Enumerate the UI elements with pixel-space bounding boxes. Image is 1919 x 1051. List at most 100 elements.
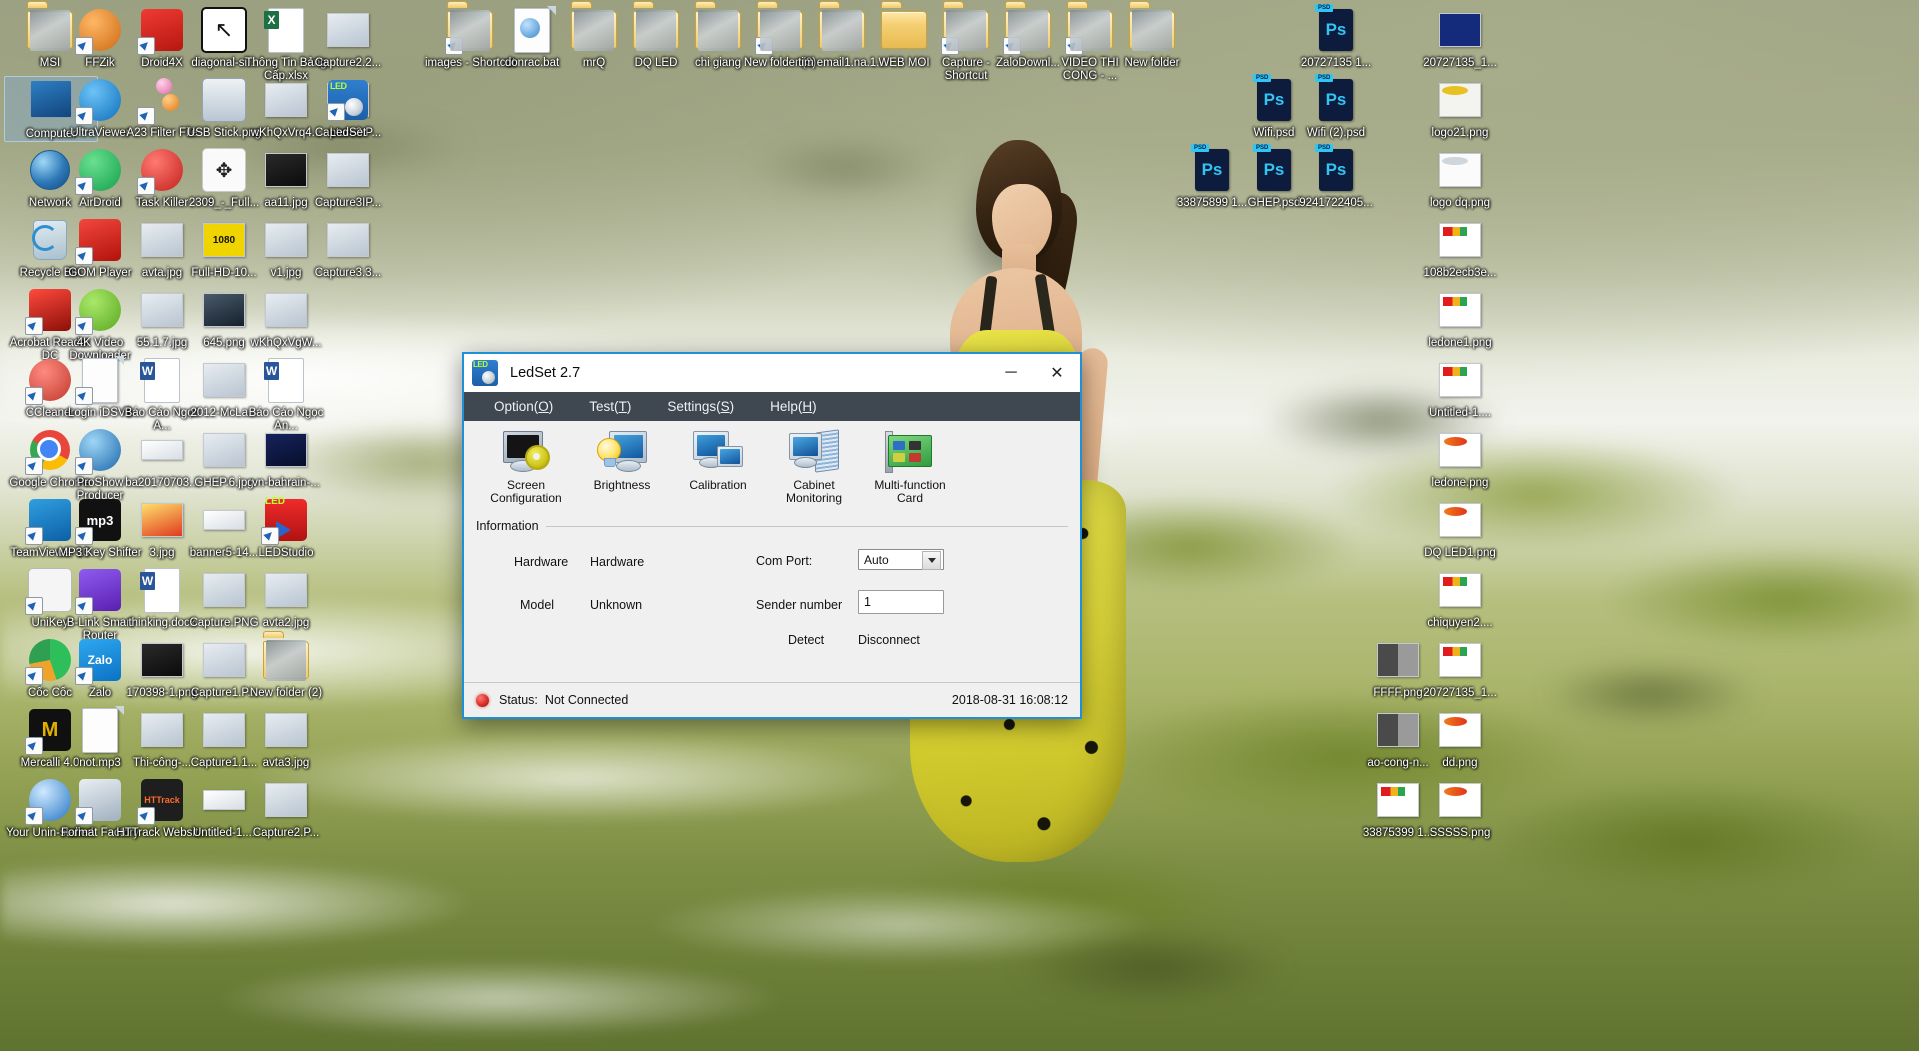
desktop-icon[interactable]: Untitled-1.... <box>1414 356 1506 420</box>
desktop-icon[interactable]: Capture3IP... <box>302 146 394 210</box>
desktop-icon-label: AirDroid <box>79 197 121 209</box>
information-fields: Hardware Hardware Model Unknown Com Port… <box>476 533 1068 657</box>
img-logo-white-icon <box>1436 146 1484 194</box>
desktop-icon[interactable]: New folder (2) <box>240 636 332 700</box>
com-port-select[interactable]: Auto <box>858 549 944 570</box>
menu-settings[interactable]: Settings(S) <box>649 392 752 421</box>
desktop-icon-label: Droid4X <box>141 57 183 69</box>
com-port-value: Auto <box>864 552 889 567</box>
toolbar-button-brightness[interactable]: Brightness <box>574 429 670 492</box>
desktop-icon[interactable]: dd.png <box>1414 706 1506 770</box>
image-icon <box>324 6 372 54</box>
toolbar-label: Calibration <box>689 478 747 492</box>
desktop-icon[interactable]: Báo Cáo Ngọc An... <box>240 356 332 432</box>
img-logo-red-icon <box>1436 566 1484 614</box>
desktop-icon[interactable]: Ps 20727135 1... <box>1290 6 1382 70</box>
legend-rule <box>545 525 1068 527</box>
desktop-icon[interactable]: DQ LED1.png <box>1414 496 1506 560</box>
img-logo-blue-icon <box>1436 6 1484 54</box>
desktop-icon[interactable]: Capture2.2... <box>302 6 394 70</box>
window-title: LedSet 2.7 <box>510 365 581 381</box>
desktop-icon-label: Zalo <box>88 687 112 699</box>
hardware-label: Hardware <box>514 555 569 569</box>
desktop-icon[interactable]: ledone.png <box>1414 426 1506 490</box>
disconnect-button[interactable]: Disconnect <box>858 633 920 647</box>
information-legend-label: Information <box>476 519 539 533</box>
desktop-icon[interactable]: ledone1.png <box>1414 286 1506 350</box>
multi-function-card-icon <box>885 431 935 475</box>
main-toolbar[interactable]: Screen Configuration Brightness Calibration… <box>464 421 1080 517</box>
information-legend: Information <box>476 517 1068 533</box>
desktop-icon-label: Capture2.2... <box>314 57 382 69</box>
desktop-icon-label: Untitled-1.... <box>1429 407 1491 419</box>
minimize-button[interactable]: ─ <box>988 354 1034 392</box>
desktop-icon-label: logo dq.png <box>1429 197 1491 209</box>
desktop-icon[interactable]: Capture3.3... <box>302 216 394 280</box>
toolbar-label: Screen Configuration <box>490 478 562 505</box>
desktop-icon[interactable]: LED LEDStudio <box>240 496 332 560</box>
sender-number-input[interactable]: 1 <box>858 590 944 614</box>
word-icon <box>262 356 310 404</box>
desktop-icon[interactable]: wKhQxVgW... <box>240 286 332 350</box>
desktop-icon[interactable]: SSSSS.png <box>1414 776 1506 840</box>
desktop-icon[interactable]: 20727135_1... <box>1414 636 1506 700</box>
chevron-down-icon[interactable] <box>922 551 941 570</box>
desktop-icon[interactable]: avta2.jpg <box>240 566 332 630</box>
img-logo-orange-icon <box>1436 426 1484 474</box>
desktop-icon-label: FFZik <box>85 57 115 69</box>
detect-button[interactable]: Detect <box>788 633 824 647</box>
desktop-icon-label: 108b2ecb3e... <box>1423 267 1497 279</box>
desktop-icon[interactable]: chiquyen2.... <box>1414 566 1506 630</box>
desktop-icon[interactable]: logo21.png <box>1414 76 1506 140</box>
toolbar-button-calibration[interactable]: Calibration <box>670 429 766 492</box>
folder-open-icon <box>262 636 310 684</box>
toolbar-button-cabinet-monitoring[interactable]: Cabinet Monitoring <box>766 429 862 505</box>
window-controls[interactable]: ─ ✕ <box>988 354 1080 392</box>
desktop-icon[interactable]: logo dq.png <box>1414 146 1506 210</box>
desktop-icon-label: SSSSS.png <box>1429 827 1491 839</box>
desktop-icon[interactable]: Capture2.P... <box>240 776 332 840</box>
desktop-icon-label: logo21.png <box>1431 127 1489 139</box>
desktop-icon-label: mrQ <box>582 57 606 69</box>
screen-configuration-icon <box>501 431 551 475</box>
status-label: Status: <box>499 693 538 707</box>
desktop-icon[interactable]: Ps Wifi (2).psd <box>1290 76 1382 140</box>
menu-help[interactable]: Help(H) <box>752 392 835 421</box>
com-port-label: Com Port: <box>756 554 813 568</box>
desktop-icon[interactable]: 20727135_1... <box>1414 6 1506 70</box>
window-titlebar[interactable]: LED LedSet 2.7 ─ ✕ <box>464 354 1080 392</box>
desktop-icon[interactable]: New folder <box>1106 6 1198 70</box>
menu-test[interactable]: Test(T) <box>571 392 649 421</box>
img-logo-red-icon <box>1436 286 1484 334</box>
image-icon <box>324 146 372 194</box>
status-timestamp: 2018-08-31 16:08:12 <box>951 693 1068 707</box>
desktop-icon[interactable]: 108b2ecb3e... <box>1414 216 1506 280</box>
menu-bar[interactable]: Option(O) Test(T) Settings(S) Help(H) <box>464 392 1080 421</box>
desktop-icon-label: DQ LED1.png <box>1424 547 1496 559</box>
desktop-icon-label: DQ LED <box>634 57 678 69</box>
desktop-icon[interactable]: avta3.jpg <box>240 706 332 770</box>
information-panel: Information Hardware Hardware Model Unkn… <box>464 517 1080 657</box>
close-button[interactable]: ✕ <box>1034 354 1080 392</box>
desktop-icon[interactable]: LedSet <box>302 76 394 140</box>
hardware-value: Hardware <box>590 555 645 569</box>
toolbar-button-multi-function-card[interactable]: Multi-function Card <box>862 429 958 505</box>
desktop-icon-label: avta3.jpg <box>262 757 310 769</box>
sender-number-value: 1 <box>864 595 871 609</box>
img-logo-orange-icon <box>1436 496 1484 544</box>
toolbar-button-screen-configuration[interactable]: Screen Configuration <box>478 429 574 505</box>
img-logo-red-icon <box>1436 356 1484 404</box>
desktop-icon-label: 3.jpg <box>149 547 175 559</box>
desktop-icon-label: LEDStudio <box>258 547 314 559</box>
desktop-icon[interactable]: vn-bahrain-... <box>240 426 332 490</box>
desktop-icon-label: Capture2.P... <box>252 827 320 839</box>
img-logo-orange-icon <box>1436 776 1484 824</box>
sender-number-label: Sender number <box>756 598 843 612</box>
ledset-icon <box>324 76 372 124</box>
model-value: Unknown <box>590 598 643 612</box>
menu-option[interactable]: Option(O) <box>476 392 571 421</box>
ledset-window[interactable]: LED LedSet 2.7 ─ ✕ Option(O) Test(T) Setti… <box>462 352 1082 719</box>
desktop-icon-label: New folder <box>1124 57 1180 69</box>
toolbar-label: Brightness <box>593 478 651 492</box>
desktop-icon[interactable]: Ps 9241722405... <box>1290 146 1382 210</box>
